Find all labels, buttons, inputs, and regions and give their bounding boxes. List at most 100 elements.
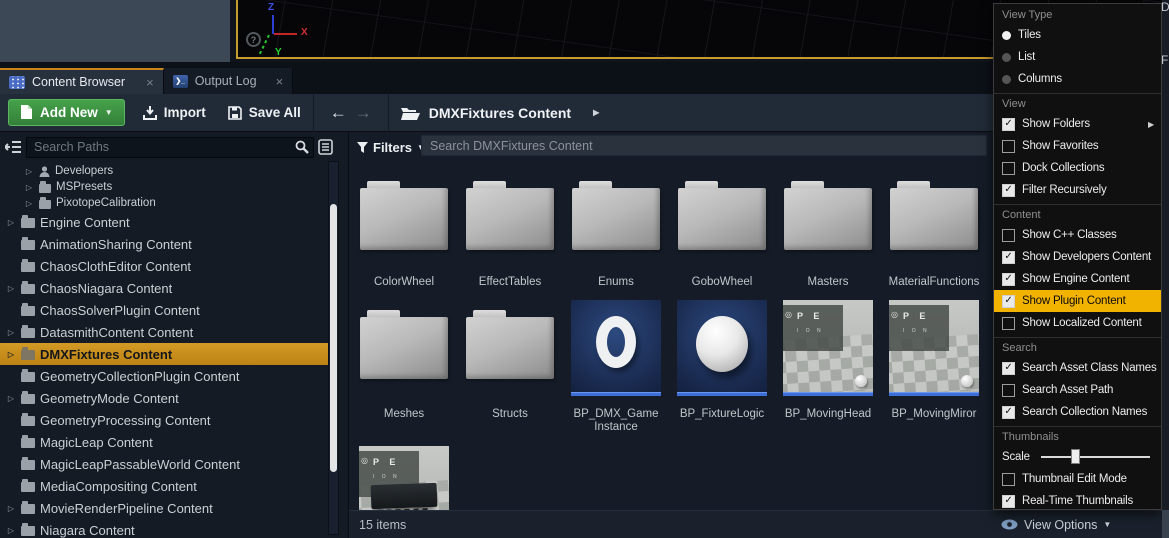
thumbnail-scale-slider[interactable] [1041, 456, 1150, 458]
save-all-button[interactable]: Save All [228, 105, 301, 120]
search-assets-input[interactable] [421, 135, 987, 156]
menu-item-show-plugin-content[interactable]: ✓Show Plugin Content [994, 290, 1161, 312]
axis-z-label: Z [268, 2, 274, 13]
filters-button[interactable]: Filters ▼ [357, 140, 425, 155]
viewport-help-icon[interactable]: ? [246, 32, 261, 47]
menu-item-scale[interactable]: Scale [994, 446, 1161, 468]
menu-item-filter-recursively[interactable]: ✓Filter Recursively [994, 179, 1161, 201]
menu-section-header: Thumbnails [994, 427, 1161, 446]
checkbox-icon: ✓ [1002, 251, 1015, 264]
asset-tile-bp-dmx-game-instance[interactable]: BP_DMX_Game Instance [563, 300, 669, 434]
light-fixture-graphic [371, 483, 438, 509]
asset-tile-gobowheel[interactable]: GoboWheel [669, 168, 775, 289]
menu-item-label: Show Localized Content [1022, 317, 1142, 329]
tree-item-niagara-content[interactable]: ▷ Niagara Content [0, 519, 330, 538]
asset-tile-bp-movinghead[interactable]: ◎P EI O NBP_MovingHead [775, 300, 881, 434]
tree-scrollbar[interactable] [328, 161, 339, 535]
tree-item-mspresets[interactable]: ▷MSPresets [0, 179, 330, 195]
tree-item-developers[interactable]: ▷ Developers [0, 163, 330, 179]
menu-item-search-collection-names[interactable]: ✓Search Collection Names [994, 401, 1161, 423]
tree-item-geometryprocessing-content[interactable]: ▷GeometryProcessing Content [0, 409, 330, 431]
menu-item-real-time-thumbnails[interactable]: ✓Real-Time Thumbnails [994, 490, 1161, 512]
expander-icon[interactable]: ▷ [6, 328, 16, 337]
asset-tile-masters[interactable]: Masters [775, 168, 881, 289]
tree-scrollbar-thumb[interactable] [330, 204, 337, 472]
tile-art [678, 168, 766, 250]
tab-close-icon[interactable]: × [276, 74, 284, 89]
watermark-line2: I O N [797, 328, 843, 334]
asset-tile-structs[interactable]: Structs [457, 300, 563, 434]
breadcrumb-chevron-icon[interactable]: ▶ [593, 108, 599, 117]
menu-item-thumbnail-edit-mode[interactable]: Thumbnail Edit Mode [994, 468, 1161, 490]
tree-item-label: Niagara Content [40, 523, 135, 538]
axis-x-label: X [301, 27, 308, 38]
asset-thumbnail: ◎P EI O N [889, 300, 979, 396]
tree-item-movierenderpipeline-content[interactable]: ▷MovieRenderPipeline Content [0, 497, 330, 519]
menu-item-search-asset-class-names[interactable]: ✓Search Asset Class Names [994, 357, 1161, 379]
tree-item-pixotopecalibration[interactable]: ▷PixotopeCalibration [0, 195, 330, 211]
tree-item-label: MediaCompositing Content [40, 479, 197, 494]
asset-tile-effecttables[interactable]: EffectTables [457, 168, 563, 289]
tab-output-log[interactable]: ❯_Output Log× [164, 68, 293, 94]
forward-button[interactable]: → [351, 103, 376, 123]
menu-item-show-localized-content[interactable]: Show Localized Content [994, 312, 1161, 334]
tree-item-magicleappassableworld-content[interactable]: ▷MagicLeapPassableWorld Content [0, 453, 330, 475]
back-button[interactable]: ← [326, 103, 351, 123]
folder-thumbnail-icon [466, 188, 554, 250]
menu-item-show-c-classes[interactable]: Show C++ Classes [994, 224, 1161, 246]
menu-item-show-engine-content[interactable]: ✓Show Engine Content [994, 268, 1161, 290]
tree-item-chaosclotheditor-content[interactable]: ▷ChaosClothEditor Content [0, 255, 330, 277]
folder-icon [39, 200, 51, 209]
tree-item-mediacompositing-content[interactable]: ▷MediaCompositing Content [0, 475, 330, 497]
menu-item-columns[interactable]: Columns [994, 68, 1161, 90]
expander-icon[interactable]: ▷ [6, 284, 16, 293]
menu-item-list[interactable]: List [994, 46, 1161, 68]
expander-icon[interactable]: ▷ [6, 504, 16, 513]
asset-tile-meshes[interactable]: Meshes [351, 300, 457, 434]
search-paths-input[interactable] [26, 137, 314, 158]
asset-tile-materialfunctions[interactable]: MaterialFunctions [881, 168, 987, 289]
menu-item-show-folders[interactable]: ✓Show Folders▶ [994, 113, 1161, 135]
add-new-button[interactable]: Add New ▼ [8, 99, 125, 126]
menu-item-search-asset-path[interactable]: Search Asset Path [994, 379, 1161, 401]
tree-item-chaossolverplugin-content[interactable]: ▷ChaosSolverPlugin Content [0, 299, 330, 321]
tree-item-datasmithcontent-content[interactable]: ▷ DatasmithContent Content [0, 321, 330, 343]
view-options-button[interactable]: View Options ▼ [1001, 518, 1111, 532]
expander-icon[interactable]: ▷ [24, 183, 34, 192]
tree-item-magicleap-content[interactable]: ▷MagicLeap Content [0, 431, 330, 453]
tree-item-geometrymode-content[interactable]: ▷GeometryMode Content [0, 387, 330, 409]
asset-tile-enums[interactable]: Enums [563, 168, 669, 289]
tree-item-animationsharing-content[interactable]: ▷AnimationSharing Content [0, 233, 330, 255]
expander-icon[interactable]: ▷ [6, 218, 16, 227]
menu-item-label: Filter Recursively [1022, 184, 1107, 196]
expander-icon[interactable]: ▷ [6, 350, 16, 359]
tab-close-icon[interactable]: × [146, 75, 154, 90]
tree-item-chaosniagara-content[interactable]: ▷ChaosNiagara Content [0, 277, 330, 299]
asset-tile-colorwheel[interactable]: ColorWheel [351, 168, 457, 289]
tree-item-dmxfixtures-content[interactable]: ▷DMXFixtures Content [0, 343, 330, 365]
slider-handle[interactable] [1071, 449, 1080, 464]
expander-icon[interactable]: ▷ [6, 394, 16, 403]
tree-item-label: Developers [55, 165, 113, 177]
checkbox-icon [1002, 229, 1015, 242]
asset-tile-bp-fixturelogic[interactable]: BP_FixtureLogic [669, 300, 775, 434]
menu-item-show-favorites[interactable]: Show Favorites [994, 135, 1161, 157]
tab-content-browser[interactable]: Content Browser× [0, 68, 164, 94]
checkbox-icon: ✓ [1002, 118, 1015, 131]
menu-item-tiles[interactable]: Tiles [994, 24, 1161, 46]
asset-label: BP_DMX_Game Instance [566, 408, 666, 434]
menu-item-dock-collections[interactable]: Dock Collections [994, 157, 1161, 179]
tree-item-label: DatasmithContent Content [40, 325, 193, 340]
expander-icon[interactable]: ▷ [24, 167, 34, 176]
import-button[interactable]: Import [143, 105, 206, 120]
breadcrumb[interactable]: DMXFixtures Content ▶ [401, 105, 600, 121]
collapse-sources-icon[interactable] [5, 140, 22, 155]
checkbox-icon [1002, 473, 1015, 486]
expander-icon[interactable]: ▷ [24, 199, 34, 208]
asset-tile-bp-movingmiror[interactable]: ◎P EI O NBP_MovingMiror [881, 300, 987, 434]
tree-item-geometrycollectionplugin-content[interactable]: ▷GeometryCollectionPlugin Content [0, 365, 330, 387]
tree-item-engine-content[interactable]: ▷Engine Content [0, 211, 330, 233]
menu-item-show-developers-content[interactable]: ✓Show Developers Content [994, 246, 1161, 268]
saved-searches-icon[interactable] [318, 139, 333, 155]
expander-icon[interactable]: ▷ [6, 526, 16, 535]
